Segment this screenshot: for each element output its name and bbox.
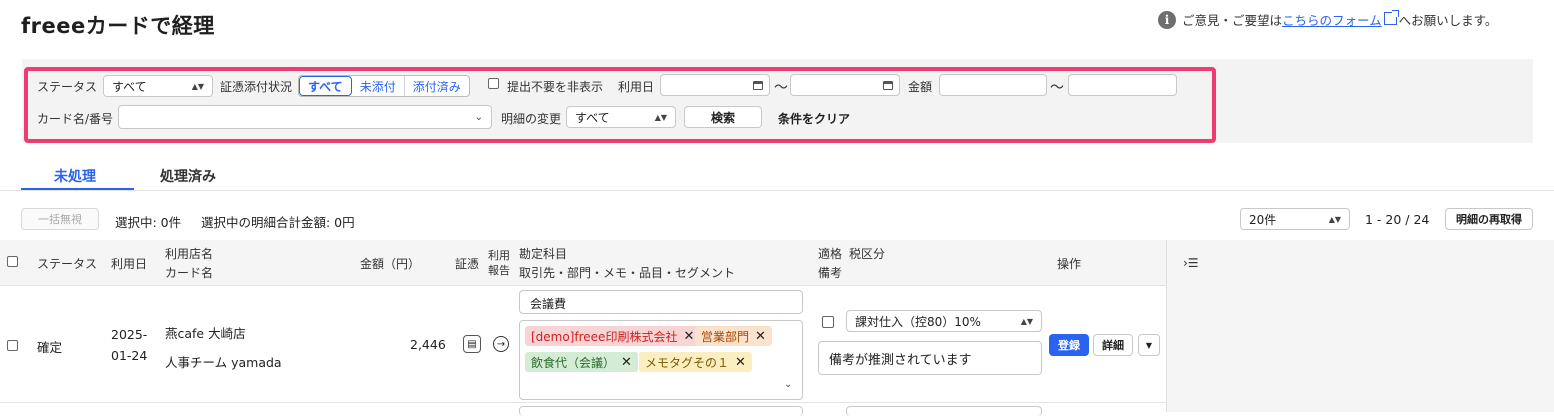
next-row-account-input[interactable]: [519, 406, 803, 416]
tab-unprocessed[interactable]: 未処理: [54, 166, 96, 186]
header-usage-report-2: 報告: [488, 264, 510, 277]
amount-from-input[interactable]: [939, 74, 1047, 96]
header-status: ステータス: [37, 257, 98, 271]
calendar-icon: [883, 80, 893, 90]
feedback-form-link[interactable]: こちらのフォーム: [1282, 13, 1382, 28]
header-amount: 金額（円）: [360, 257, 421, 271]
header-account-sub: 取引先・部門・メモ・品目・セグメント: [519, 266, 736, 280]
row-date-year: 2025-: [111, 327, 148, 342]
qualified-checkbox[interactable]: [822, 316, 834, 328]
select-all-checkbox[interactable]: [7, 256, 18, 267]
tab-divider: [0, 190, 1554, 191]
header-qualified: 適格: [818, 247, 843, 261]
page-title: freeeカードで経理: [21, 14, 215, 38]
next-row-tax-select[interactable]: [846, 406, 1042, 416]
panel-toggle-icon[interactable]: ›☰: [1183, 256, 1199, 270]
evidence-option-all[interactable]: すべて: [299, 76, 352, 96]
header-store-name: 利用店名: [165, 247, 214, 261]
memo-tag: メモタグその１ ✕: [639, 352, 752, 372]
status-filter-select[interactable]: すべて ▲▼: [103, 75, 213, 97]
select-arrows-icon: ▲▼: [654, 112, 667, 122]
remove-tag-icon[interactable]: ✕: [755, 329, 766, 344]
amount-label: 金額: [908, 80, 933, 94]
clear-conditions-button[interactable]: 条件をクリア: [778, 110, 850, 127]
row-amount: 2,446: [410, 337, 446, 352]
chevron-down-icon: ⌄: [474, 111, 483, 123]
header-account: 勘定科目: [519, 247, 568, 261]
receipt-icon[interactable]: ▤: [463, 335, 481, 353]
account-input[interactable]: 会議費: [519, 290, 803, 314]
arrow-right-circle-icon[interactable]: →: [493, 336, 509, 352]
usage-date-from-input[interactable]: [660, 74, 770, 96]
detail-change-select[interactable]: すべて ▲▼: [566, 106, 676, 128]
header-usage-date: 利用日: [111, 257, 148, 271]
tax-select[interactable]: 課対仕入（控80）10% ▲▼: [846, 310, 1042, 332]
remove-tag-icon[interactable]: ✕: [683, 329, 694, 344]
bulk-ignore-button[interactable]: 一括無視: [21, 208, 99, 230]
more-actions-button[interactable]: ▼: [1138, 334, 1160, 356]
evidence-filter-segment: すべて 未添付 添付済み: [298, 75, 470, 97]
refetch-details-button[interactable]: 明細の再取得: [1445, 208, 1533, 230]
info-icon: i: [1158, 10, 1176, 29]
select-arrows-icon: ▲▼: [1020, 316, 1033, 326]
row-divider: [0, 402, 1166, 403]
header-actions: 操作: [1057, 257, 1082, 271]
register-button[interactable]: 登録: [1049, 334, 1089, 356]
remove-tag-icon[interactable]: ✕: [621, 355, 632, 370]
item-tag: 飲食代（会議） ✕: [525, 352, 638, 372]
department-tag: 営業部門 ✕: [695, 326, 772, 346]
row-date-day: 01-24: [111, 348, 148, 363]
selected-count: 選択中: 0件: [115, 215, 182, 230]
header-memo: 備考: [818, 266, 843, 280]
header-usage-report-1: 利用: [488, 249, 510, 262]
tag-field[interactable]: [demo]freee印刷株式会社 ✕ 営業部門 ✕ 飲食代（会議） ✕ メモタグその…: [519, 320, 803, 400]
select-arrows-icon: ▲▼: [1328, 214, 1341, 224]
external-link-icon: [1383, 10, 1399, 25]
detail-button[interactable]: 詳細: [1093, 334, 1133, 356]
per-page-select[interactable]: 20件 ▲▼: [1240, 208, 1350, 230]
usage-date-label: 利用日: [618, 80, 655, 94]
selected-total: 選択中の明細合計金額: 0円: [201, 215, 355, 230]
calendar-icon: [753, 80, 763, 90]
caret-down-icon: ▼: [1145, 340, 1153, 350]
evidence-option-attached[interactable]: 添付済み: [405, 76, 469, 96]
side-panel: [1166, 240, 1554, 412]
memo-textarea[interactable]: 備考が推測されています: [818, 341, 1042, 375]
row-store: 燕cafe 大崎店: [165, 326, 246, 341]
detail-change-label: 明細の変更: [501, 112, 562, 126]
feedback-notice: i ご意見・ご要望はこちらのフォーム へお願いします。: [1158, 10, 1497, 29]
search-button[interactable]: 検索: [684, 106, 762, 128]
row-checkbox[interactable]: [7, 340, 18, 351]
amount-to-input[interactable]: [1068, 74, 1177, 96]
card-filter-select[interactable]: ⌄: [118, 105, 492, 129]
status-filter-label: ステータス: [37, 80, 98, 94]
tab-processed[interactable]: 処理済み: [160, 166, 216, 186]
header-evidence: 証憑: [455, 257, 480, 271]
evidence-option-unattached[interactable]: 未添付: [352, 76, 405, 96]
hide-unneeded-label: 提出不要を非表示: [507, 80, 604, 94]
evidence-filter-label: 証憑添付状況: [220, 80, 293, 94]
card-filter-label: カード名/番号: [37, 112, 114, 126]
amount-range-separator: 〜: [1050, 80, 1064, 96]
header-card-name: カード名: [165, 266, 214, 280]
select-arrows-icon: ▲▼: [191, 81, 204, 91]
row-card: 人事チーム yamada: [165, 355, 282, 370]
active-tab-indicator: [21, 188, 134, 190]
date-range-separator: 〜: [774, 80, 788, 96]
usage-date-to-input[interactable]: [790, 74, 900, 96]
partner-tag: [demo]freee印刷株式会社 ✕: [525, 326, 701, 346]
pagination-info: 1 - 20 / 24: [1365, 212, 1430, 227]
hide-unneeded-checkbox[interactable]: [488, 78, 499, 89]
chevron-down-icon[interactable]: ⌄: [784, 379, 792, 390]
row-status: 確定: [37, 340, 63, 355]
header-tax: 税区分: [849, 247, 886, 261]
remove-tag-icon[interactable]: ✕: [735, 355, 746, 370]
